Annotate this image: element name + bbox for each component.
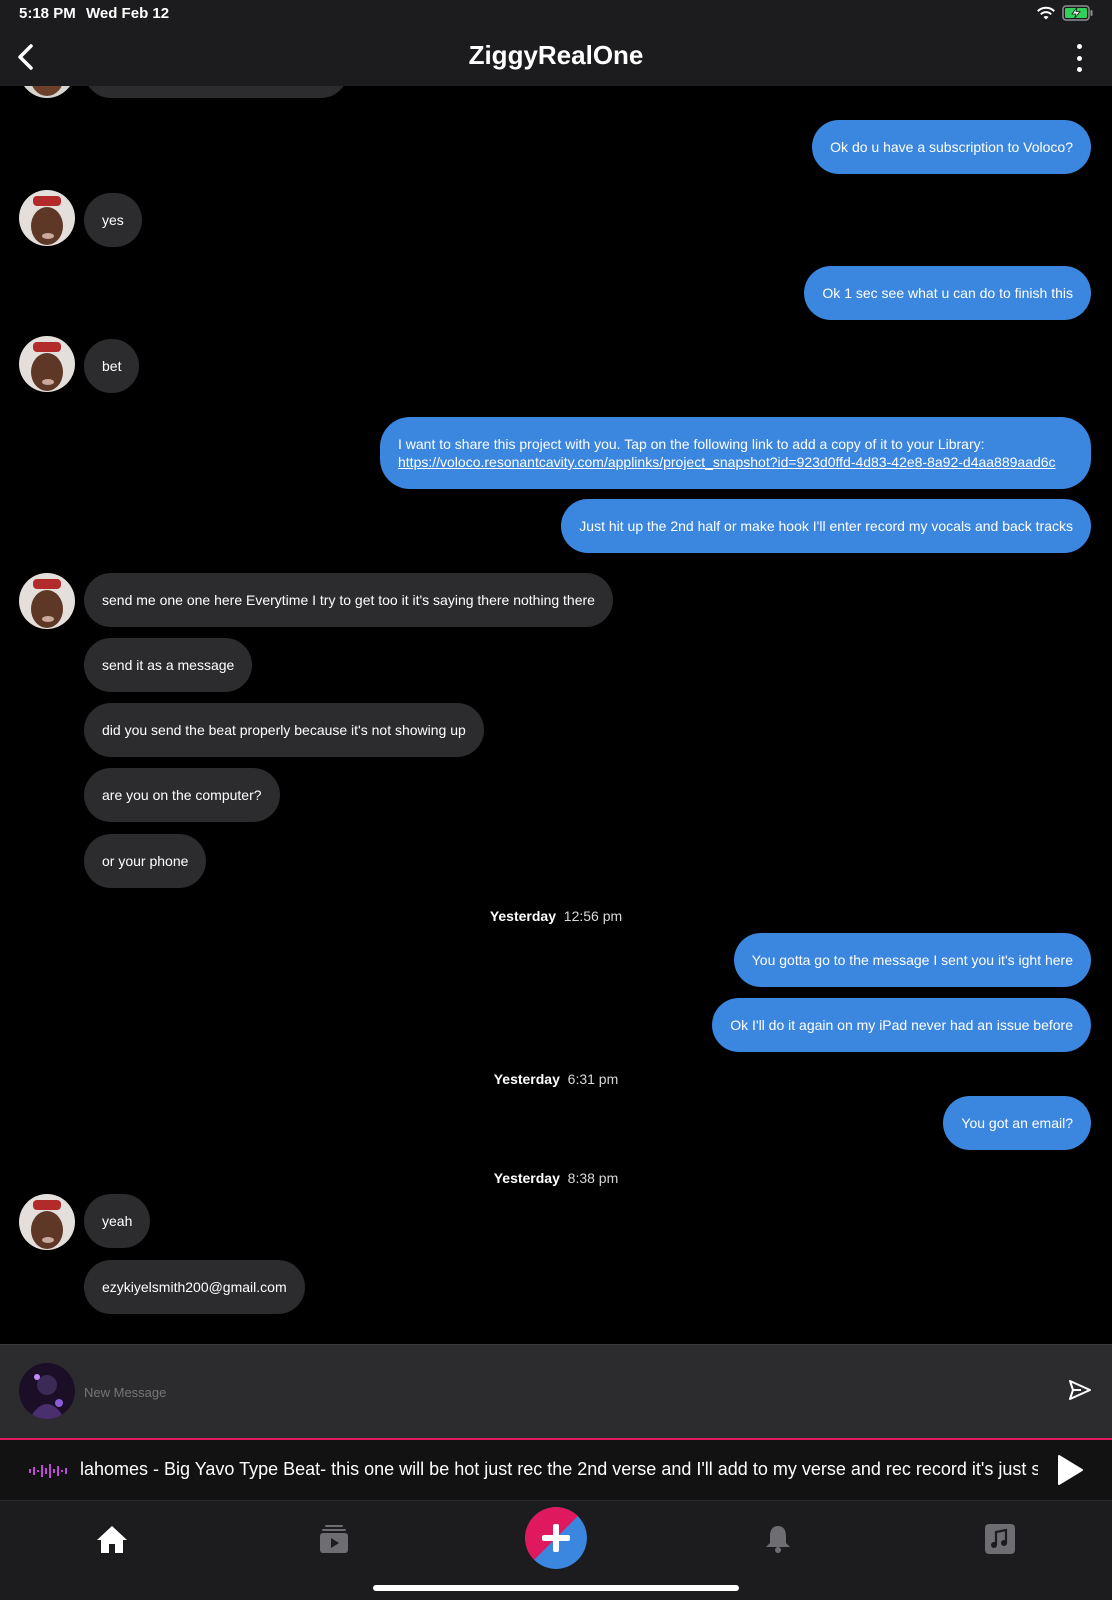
app-root: 5:18 PM Wed Feb 12 ZiggyRealOne Ok do u …	[0, 0, 1112, 1600]
contact-avatar-image	[19, 336, 75, 392]
home-icon	[97, 1526, 127, 1553]
message-bubble-outgoing[interactable]: Just hit up the 2nd half or make hook I'…	[561, 499, 1091, 553]
message-bubble-incoming[interactable]: or your phone	[84, 834, 207, 888]
message-bubble-incoming[interactable]: ezykiyelsmith200@gmail.com	[84, 1260, 305, 1314]
contact-avatar[interactable]	[19, 573, 75, 629]
message-bubble-incoming[interactable]: yes	[84, 193, 142, 247]
message-text: I want to share this project with you. T…	[398, 436, 985, 452]
contact-avatar-image	[19, 190, 75, 246]
message-bubble-outgoing[interactable]: Ok do u have a subscription to Voloco?	[812, 120, 1091, 174]
tab-notifications[interactable]	[758, 1519, 798, 1559]
timestamp-day: Yesterday	[493, 1071, 560, 1087]
message-bubble-incoming[interactable]: send it as a message	[84, 638, 253, 692]
music-note-icon	[985, 1524, 1015, 1554]
my-avatar-image	[19, 1363, 75, 1419]
contact-avatar[interactable]	[19, 336, 75, 392]
message-bubble-outgoing[interactable]: You got an email?	[943, 1096, 1091, 1150]
timestamp-divider: Yesterday 6:31 pm	[0, 1071, 1112, 1087]
status-date: Wed Feb 12	[86, 5, 170, 22]
wifi-icon	[1037, 6, 1055, 19]
tab-bar	[0, 1500, 1112, 1600]
more-dot	[1076, 67, 1082, 72]
contact-avatar[interactable]	[19, 190, 75, 246]
more-options-button[interactable]	[1074, 44, 1084, 72]
message-bubble-outgoing[interactable]: Ok 1 sec see what u can do to finish thi…	[804, 266, 1091, 320]
home-indicator	[373, 1585, 739, 1591]
timestamp-divider: Yesterday 8:38 pm	[0, 1170, 1112, 1186]
message-bubble-incoming[interactable]: are you on the computer?	[84, 768, 280, 822]
now-playing-bar[interactable]: lahomes - Big Yavo Type Beat- this one w…	[0, 1438, 1112, 1500]
create-button[interactable]	[525, 1507, 587, 1569]
timestamp-time: 6:31 pm	[567, 1071, 619, 1087]
timestamp-time: 8:38 pm	[567, 1170, 619, 1186]
send-icon	[1069, 1380, 1091, 1400]
message-bubble-incoming[interactable]	[84, 86, 348, 98]
tab-home[interactable]	[92, 1519, 132, 1559]
timestamp-time: 12:56 pm	[563, 908, 623, 924]
message-list[interactable]: Ok do u have a subscription to Voloco? y…	[0, 86, 1112, 1344]
tab-library[interactable]	[980, 1519, 1020, 1559]
now-playing-title: lahomes - Big Yavo Type Beat- this one w…	[80, 1459, 1038, 1479]
status-time: 5:18 PM	[19, 5, 76, 22]
contact-avatar-image	[19, 573, 75, 629]
message-bubble-outgoing-project-link[interactable]: I want to share this project with you. T…	[380, 417, 1091, 489]
status-icons	[1036, 5, 1094, 21]
plus-icon	[525, 1507, 587, 1569]
tab-feed[interactable]	[314, 1519, 354, 1559]
message-bubble-outgoing[interactable]: You gotta go to the message I sent you i…	[733, 933, 1091, 987]
message-composer	[0, 1344, 1112, 1438]
timestamp-divider: Yesterday 12:56 pm	[0, 908, 1112, 924]
play-button[interactable]	[1056, 1454, 1084, 1491]
project-link[interactable]: https://voloco.resonantcavity.com/applin…	[398, 453, 1073, 471]
message-bubble-incoming[interactable]: send me one one here Everytime I try to …	[84, 573, 613, 627]
contact-avatar[interactable]	[19, 86, 75, 98]
conversation-title: ZiggyRealOne	[468, 40, 644, 70]
message-bubble-outgoing[interactable]: Ok I'll do it again on my iPad never had…	[712, 998, 1091, 1052]
timestamp-day: Yesterday	[489, 908, 556, 924]
more-dot	[1076, 55, 1082, 61]
message-bubble-incoming[interactable]: did you send the beat properly because i…	[84, 703, 484, 757]
battery-charging-icon	[1062, 5, 1093, 21]
new-message-input[interactable]	[84, 1379, 1004, 1405]
message-bubble-incoming[interactable]: yeah	[84, 1194, 151, 1248]
contact-avatar-image	[19, 1194, 75, 1250]
bell-icon	[766, 1526, 790, 1553]
contact-avatar-image	[19, 86, 75, 98]
my-avatar[interactable]	[19, 1363, 75, 1419]
contact-avatar[interactable]	[19, 1194, 75, 1250]
top-bar: 5:18 PM Wed Feb 12 ZiggyRealOne	[0, 0, 1112, 86]
play-icon	[1058, 1455, 1083, 1485]
waveform-icon	[29, 1464, 67, 1478]
message-bubble-incoming[interactable]: bet	[84, 339, 140, 393]
video-feed-icon	[320, 1525, 348, 1553]
timestamp-day: Yesterday	[493, 1170, 560, 1186]
send-button[interactable]	[1068, 1379, 1092, 1406]
more-vertical-icon	[1076, 44, 1082, 49]
